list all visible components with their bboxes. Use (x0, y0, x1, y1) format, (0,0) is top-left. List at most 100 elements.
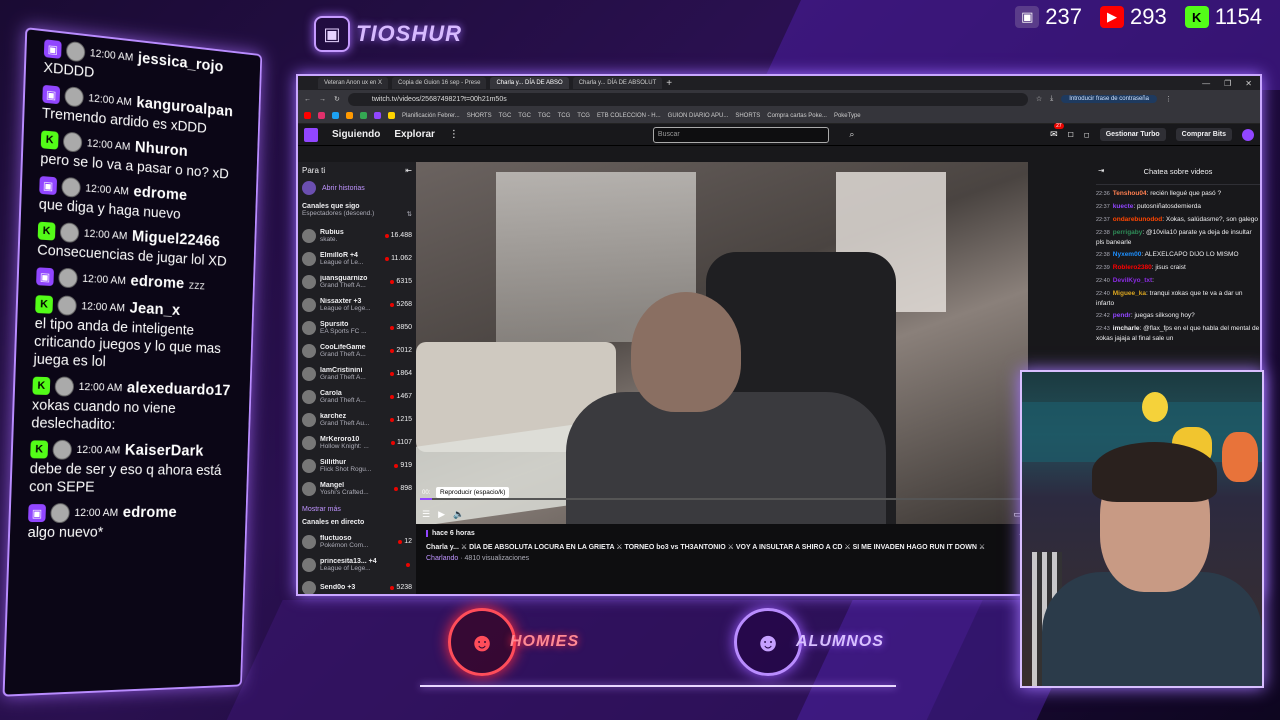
bits-button[interactable]: Comprar Bits (1175, 128, 1232, 141)
bookmark-item[interactable]: Compra cartas Poke... (767, 113, 827, 119)
bookmark-item[interactable]: TCG (558, 113, 571, 119)
inbox-icon[interactable]: ☐ (1068, 131, 1074, 139)
channel-info: Spursito EA Sports FC ... (320, 321, 386, 335)
avatar (302, 458, 316, 473)
sort-icon[interactable]: ⇅ (407, 210, 412, 218)
video-progress-bar[interactable] (420, 498, 1024, 500)
bookmark-item[interactable]: PokeType (834, 113, 861, 119)
chat-username[interactable]: pendr (1113, 312, 1131, 319)
browser-tab[interactable]: Charla y... DÍA DE ABSOLUT (572, 77, 663, 89)
download-icon[interactable]: ⤓ (1050, 95, 1053, 103)
chat-username[interactable]: kuecte (1113, 203, 1134, 210)
kick-icon: K (32, 376, 51, 396)
sidebar-channel[interactable]: karchez Grand Theft Au... 1215 (302, 408, 412, 431)
bookmark-item[interactable]: SHORTS (467, 113, 492, 119)
chat-message: 22:40 DevilKyo_txt: (1096, 277, 1154, 284)
url-input[interactable]: twitch.tv/videos/2568749821?t=00h21m50s (347, 92, 1028, 106)
chapters-icon[interactable]: ☰ (422, 509, 430, 520)
search-icon[interactable]: ⌕ (843, 127, 861, 143)
notifications-icon[interactable]: ✉ 27 (1050, 123, 1064, 140)
chat-username[interactable]: DevilKyo_txt (1113, 277, 1152, 284)
homies-badge: ☻ HOMIES (448, 608, 579, 676)
chat-username[interactable]: Tenshou04 (1113, 190, 1147, 197)
avatar (65, 40, 86, 63)
chat-username[interactable]: perrigaby (1113, 229, 1143, 236)
channel-viewers: 2012 (390, 347, 412, 354)
bookmark-item[interactable]: TGC (499, 113, 512, 119)
stories-link[interactable]: Abrir historias (302, 181, 412, 195)
twitch-nav: Siguiendo Explorar ⋮ Buscar ⌕ ✉ 27 ☐ ◻ Ge… (298, 123, 1260, 146)
sidebar-channel[interactable]: Rubius skate. 16.488 (302, 224, 412, 247)
bookmark-icon[interactable] (332, 112, 339, 119)
sidebar-channel[interactable]: juansguarnizo Grand Theft A... 6315 (302, 270, 412, 293)
kick-icon: K (35, 295, 54, 314)
avatar (61, 176, 81, 198)
bookmark-item[interactable]: TCG (577, 113, 590, 119)
bookmark-item[interactable]: TGC (538, 113, 551, 119)
sidebar-channel[interactable]: MrKeroro10 Hollow Knight: ... 1107 (302, 431, 412, 454)
chat-username[interactable]: Roblero2380 (1113, 264, 1152, 271)
forward-icon[interactable]: → (319, 96, 326, 103)
show-more-link[interactable]: Mostrar más (302, 506, 412, 513)
new-tab-icon[interactable]: + (666, 78, 672, 89)
bookmark-item[interactable]: TGC (518, 113, 531, 119)
sidebar-channel[interactable]: ElmilloR +4 League of Le... 11.062 (302, 247, 412, 270)
menu-icon[interactable]: ⋮ (1165, 95, 1172, 103)
sidebar-channel[interactable]: Spursito EA Sports FC ... 3850 (302, 316, 412, 339)
whispers-icon[interactable]: ◻ (1084, 131, 1090, 139)
play-icon[interactable]: ▶ (438, 509, 445, 520)
browser-tab-active[interactable]: Charla y... DÍA DE ABSO (490, 77, 569, 89)
search-input[interactable]: Buscar (652, 126, 829, 143)
sidebar-channel[interactable]: Send0o +3 5238 (302, 576, 412, 594)
overlay-chat-panel: ▣ 12:00 AM jessica_rojo XDDDD ▣ 12:00 AM kangu… (2, 27, 263, 697)
bookmark-item[interactable]: Planificación Febrer... (402, 113, 460, 119)
video-player[interactable]: 00: Reproducir (espacio/k) ☰ ▶ 🔈 ▭ (416, 162, 1028, 524)
bookmark-icon[interactable] (318, 112, 325, 119)
live-dot-icon (398, 539, 403, 544)
chat-username[interactable]: imcharle (1113, 325, 1140, 332)
browser-tab[interactable]: Veteran Anon ux en X (318, 77, 389, 89)
viewer-count: 6315 (396, 278, 412, 285)
nav-explore[interactable]: Explorar (394, 129, 435, 140)
bookmark-item[interactable]: ETB COLECCION - H... (597, 113, 661, 119)
star-icon[interactable]: ☆ (1036, 95, 1042, 103)
browser-tab[interactable]: Copia de Guion 16 sep - Prese (392, 77, 487, 89)
sidebar-channel[interactable]: Carola Grand Theft A... 1467 (302, 385, 412, 408)
chat-title: Chatea sobre videos (1143, 167, 1213, 176)
sidebar-channel[interactable]: IamCristinini Grand Theft A... 1864 (302, 362, 412, 385)
bookmark-icon[interactable] (304, 112, 311, 119)
avatar[interactable] (1242, 128, 1254, 141)
followed-sort[interactable]: Espectadores (descend.) (302, 210, 374, 218)
bookmark-item[interactable]: GUION DIARIO APU... (668, 113, 729, 119)
bookmark-icon[interactable] (388, 112, 395, 119)
collapse-icon[interactable]: ⇤ (405, 166, 412, 175)
bookmark-icon[interactable] (374, 112, 381, 119)
back-icon[interactable]: ← (304, 96, 311, 103)
password-button[interactable]: Introducir frase de contraseña (1061, 95, 1157, 103)
sidebar-channel[interactable]: Nissaxter +3 League of Lege... 5268 (302, 293, 412, 316)
more-icon[interactable]: ⋮ (449, 129, 459, 140)
bookmark-icon[interactable] (346, 112, 353, 119)
chat-username[interactable]: Nyxem00 (1113, 251, 1142, 258)
sidebar-channel[interactable]: Mangel Yoshi's Crafted... 898 (302, 477, 412, 500)
sidebar-channel[interactable]: Sillithur Flick Shot Rogu... 919 (302, 454, 412, 477)
minimize-icon[interactable]: — (1202, 79, 1210, 88)
volume-icon[interactable]: 🔈 (453, 509, 464, 520)
twitch-logo-icon[interactable] (304, 127, 318, 142)
bookmark-item[interactable]: SHORTS (735, 113, 760, 119)
expand-icon[interactable]: ⇥ (1098, 166, 1104, 175)
reload-icon[interactable]: ↻ (334, 95, 340, 103)
channel-viewers: 1107 (390, 439, 412, 446)
maximize-icon[interactable]: ❐ (1224, 79, 1231, 88)
turbo-button[interactable]: Gestionar Turbo (1099, 128, 1166, 141)
chat-username[interactable]: ondarebunodod (1113, 216, 1162, 223)
close-icon[interactable]: ✕ (1245, 79, 1252, 88)
channel-info: ElmilloR +4 League of Le... (320, 252, 381, 266)
sidebar-channel[interactable]: CooLifeGame Grand Theft A... 2012 (302, 339, 412, 362)
sidebar-channel[interactable]: fluctuoso Pokémon Com... 12 (302, 530, 412, 553)
video-category[interactable]: Charlando (426, 555, 458, 562)
chat-username[interactable]: Miguee_ka (1113, 290, 1146, 297)
nav-following[interactable]: Siguiendo (332, 129, 380, 140)
sidebar-channel[interactable]: princesita13... +4 League of Lege... (302, 553, 412, 576)
bookmark-icon[interactable] (360, 112, 367, 119)
